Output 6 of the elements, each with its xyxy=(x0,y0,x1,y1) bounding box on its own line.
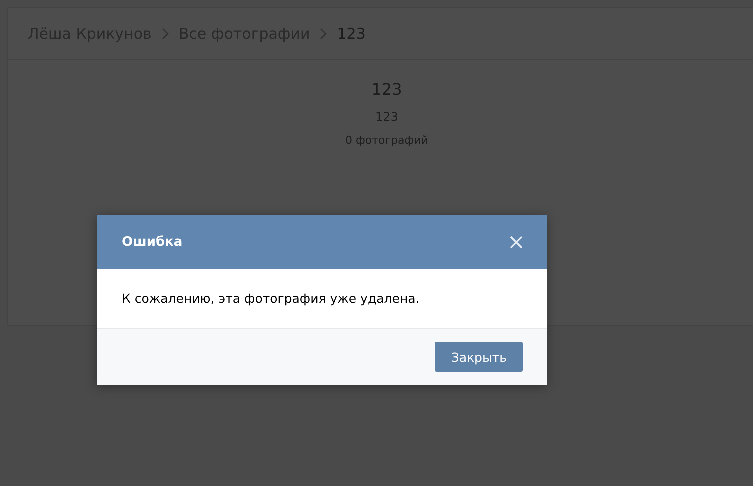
chevron-right-icon xyxy=(320,28,328,40)
dialog-title: Ошибка xyxy=(122,234,183,250)
error-message: К сожалению, эта фотография уже удалена. xyxy=(122,291,420,306)
close-button[interactable]: Закрыть xyxy=(435,342,523,372)
close-icon[interactable] xyxy=(510,236,523,248)
chevron-right-icon xyxy=(162,28,169,40)
